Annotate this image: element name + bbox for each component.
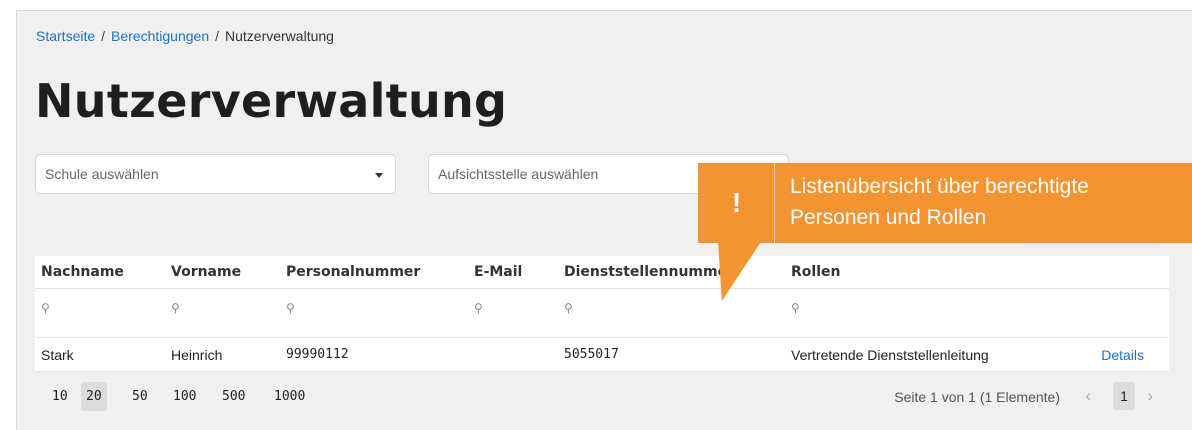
cell-rollen: Vertretende Dienststellenleitung — [791, 347, 989, 363]
cell-dienststellennummer: 5055017 — [564, 347, 619, 362]
breadcrumb-current: Nutzerverwaltung — [225, 28, 334, 44]
column-header-dienststellennummer[interactable]: Dienststellennummer — [564, 264, 734, 280]
details-link[interactable]: Details — [1101, 347, 1144, 363]
breadcrumb-permissions[interactable]: Berechtigungen — [111, 28, 209, 44]
chevron-down-icon — [375, 173, 383, 178]
page-size-50[interactable]: 50 — [127, 382, 153, 411]
column-header-rollen[interactable]: Rollen — [791, 264, 840, 280]
page-size-20[interactable]: 20 — [81, 382, 107, 411]
breadcrumb: Startseite / Berechtigungen / Nutzerverwaltu… — [36, 28, 334, 44]
users-table: Nachname Vorname Personalnummer E-Mail D… — [35, 256, 1169, 372]
breadcrumb-home[interactable]: Startseite — [36, 28, 95, 44]
breadcrumb-separator: / — [215, 28, 219, 44]
callout-line-1: Listenübersicht über berechtigte — [790, 175, 1089, 198]
search-icon[interactable]: ⚲ — [171, 301, 180, 315]
page-number-current[interactable]: 1 — [1113, 382, 1135, 410]
column-header-nachname[interactable]: Nachname — [41, 264, 124, 280]
search-icon[interactable]: ⚲ — [791, 301, 800, 315]
pager: 10 20 50 100 500 1000 Seite 1 von 1 (1 E… — [35, 379, 1169, 415]
search-icon[interactable]: ⚲ — [474, 301, 483, 315]
chevron-right-icon[interactable]: › — [1147, 386, 1153, 406]
callout-line-2: Personen und Rollen — [790, 206, 987, 229]
callout-text: Listenübersicht über berechtigte Persone… — [790, 171, 1089, 233]
page-info: Seite 1 von 1 (1 Elemente) — [894, 389, 1060, 405]
school-select[interactable]: Schule auswählen — [35, 154, 396, 194]
callout-shadow-strip — [1025, 243, 1160, 247]
search-icon[interactable]: ⚲ — [286, 301, 295, 315]
table-row: Stark Heinrich 99990112 5055017 Vertrete… — [35, 338, 1169, 372]
exclamation-icon: ! — [731, 187, 742, 218]
search-icon[interactable]: ⚲ — [41, 301, 50, 315]
column-header-email[interactable]: E-Mail — [474, 264, 522, 280]
cell-nachname: Stark — [41, 347, 74, 363]
breadcrumb-separator: / — [101, 28, 106, 44]
school-select-placeholder: Schule auswählen — [45, 166, 159, 182]
search-icon[interactable]: ⚲ — [564, 301, 573, 315]
info-callout: ! Listenübersicht über berechtigte Perso… — [698, 163, 1192, 243]
column-header-vorname[interactable]: Vorname — [171, 264, 241, 280]
page-size-100[interactable]: 100 — [168, 382, 201, 411]
cell-vorname: Heinrich — [171, 347, 223, 363]
page-size-10[interactable]: 10 — [47, 382, 73, 411]
callout-divider — [774, 163, 775, 243]
table-header: Nachname Vorname Personalnummer E-Mail D… — [35, 256, 1169, 289]
authority-select-placeholder: Aufsichtsstelle auswählen — [438, 166, 599, 182]
cell-personalnummer: 99990112 — [286, 347, 349, 362]
page-size-500[interactable]: 500 — [217, 382, 250, 411]
chevron-left-icon[interactable]: ‹ — [1085, 386, 1091, 406]
column-header-personalnummer[interactable]: Personalnummer — [286, 264, 420, 280]
page-size-1000[interactable]: 1000 — [269, 382, 310, 411]
filter-row: ⚲ ⚲ ⚲ ⚲ ⚲ ⚲ — [35, 289, 1169, 338]
page-title: Nutzerverwaltung — [35, 74, 508, 128]
